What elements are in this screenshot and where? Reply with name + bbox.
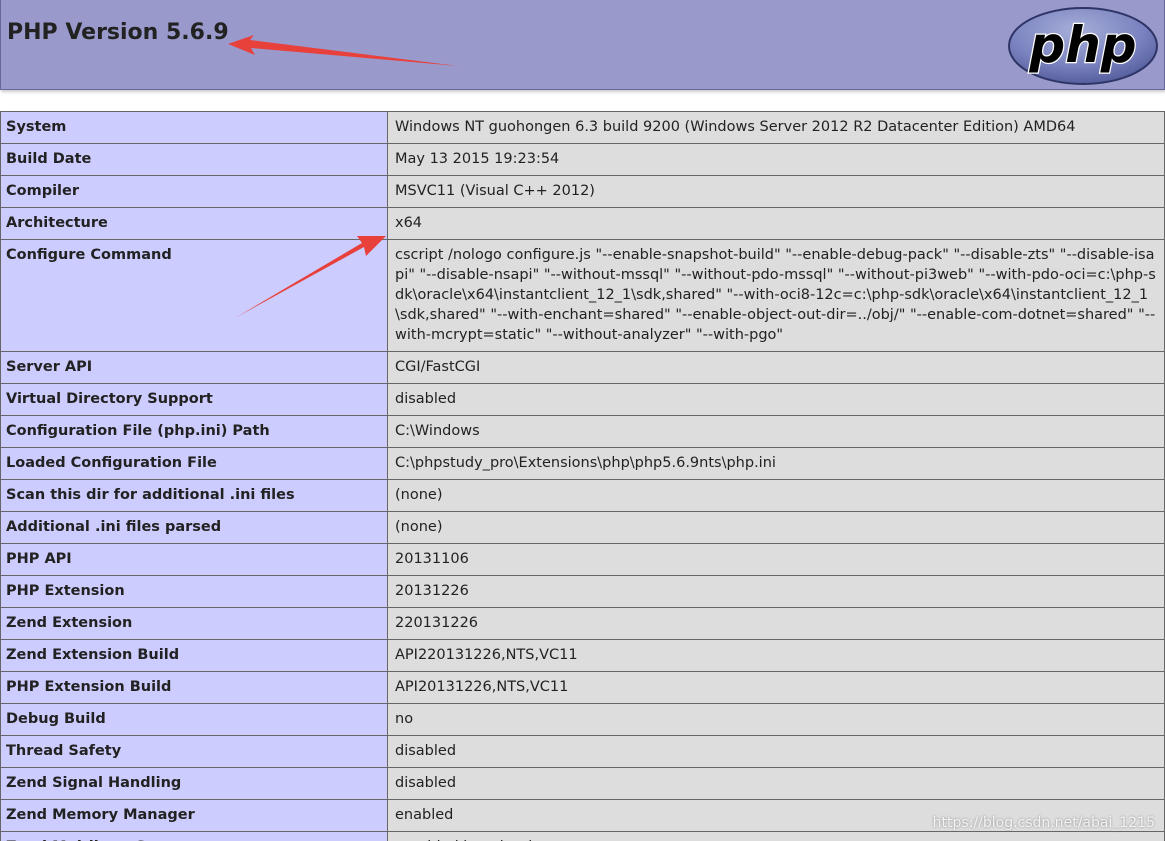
table-row: Additional .ini files parsed (none) [0,511,1165,544]
info-table: System Windows NT guohongen 6.3 build 920… [0,111,1165,841]
row-label: PHP Extension [0,575,388,608]
row-label: Build Date [0,143,388,176]
table-row: PHP Extension Build API20131226,NTS,VC11 [0,671,1165,704]
table-row: Debug Build no [0,703,1165,736]
table-row: Zend Signal Handling disabled [0,767,1165,800]
table-row: Zend Extension Build API220131226,NTS,VC1… [0,639,1165,672]
php-logo-icon[interactable]: php [1007,6,1159,86]
row-value: May 13 2015 19:23:54 [387,143,1165,176]
row-label: Loaded Configuration File [0,447,388,480]
row-value: (none) [387,479,1165,512]
row-label: Virtual Directory Support [0,383,388,416]
table-row: Compiler MSVC11 (Visual C++ 2012) [0,175,1165,208]
row-value: x64 [387,207,1165,240]
row-label: Additional .ini files parsed [0,511,388,544]
row-label: Thread Safety [0,735,388,768]
table-row: Build Date May 13 2015 19:23:54 [0,143,1165,176]
table-row: Thread Safety disabled [0,735,1165,768]
phpinfo-header: PHP Version 5.6.9 php [0,0,1165,90]
table-row: Virtual Directory Support disabled [0,383,1165,416]
row-label: PHP API [0,543,388,576]
row-label: Zend Extension Build [0,639,388,672]
table-row: Zend Multibyte Supportprovided by mbstri… [0,831,1165,841]
row-label: Configuration File (php.ini) Path [0,415,388,448]
row-value: disabled [387,735,1165,768]
row-label: Debug Build [0,703,388,736]
table-row: Zend Extension 220131226 [0,607,1165,640]
row-label: Zend Memory Manager [0,799,388,832]
row-value: provided by mbstring [387,831,1165,841]
table-row: System Windows NT guohongen 6.3 build 920… [0,111,1165,144]
row-label: System [0,111,388,144]
row-label: Architecture [0,207,388,240]
row-value: no [387,703,1165,736]
row-value: 20131226 [387,575,1165,608]
row-value: disabled [387,767,1165,800]
row-value: API220131226,NTS,VC11 [387,639,1165,672]
watermark: https://blog.csdn.net/abai_1215 [932,815,1155,831]
table-row: Configure Command cscript /nologo configu… [0,239,1165,352]
row-value: API20131226,NTS,VC11 [387,671,1165,704]
row-label: PHP Extension Build [0,671,388,704]
row-value: 220131226 [387,607,1165,640]
table-row: Scan this dir for additional .ini files(… [0,479,1165,512]
row-value: (none) [387,511,1165,544]
php-logo-text: php [1028,16,1136,74]
table-row: PHP Extension 20131226 [0,575,1165,608]
row-label: Server API [0,351,388,384]
row-value: 20131106 [387,543,1165,576]
table-row: PHP API 20131106 [0,543,1165,576]
row-value: disabled [387,383,1165,416]
row-value: Windows NT guohongen 6.3 build 9200 (Win… [387,111,1165,144]
row-value: CGI/FastCGI [387,351,1165,384]
row-label: Compiler [0,175,388,208]
row-value: C:\phpstudy_pro\Extensions\php\php5.6.9n… [387,447,1165,480]
row-label: Zend Extension [0,607,388,640]
info-table-body: System Windows NT guohongen 6.3 build 920… [0,111,1165,841]
phpinfo-page: PHP Version 5.6.9 php System Windows NT g… [0,0,1165,841]
row-label: Zend Signal Handling [0,767,388,800]
table-row: Configuration File (php.ini) Path C:\Wind… [0,415,1165,448]
row-value: C:\Windows [387,415,1165,448]
table-row: Loaded Configuration File C:\phpstudy_pro… [0,447,1165,480]
table-row: Architecture x64 [0,207,1165,240]
table-row: Server API CGI/FastCGI [0,351,1165,384]
row-value: cscript /nologo configure.js "--enable-s… [387,239,1165,352]
page-title: PHP Version 5.6.9 [7,20,229,45]
row-label: Scan this dir for additional .ini files [0,479,388,512]
row-label: Zend Multibyte Support [0,831,388,841]
row-value: MSVC11 (Visual C++ 2012) [387,175,1165,208]
row-label: Configure Command [0,239,388,352]
